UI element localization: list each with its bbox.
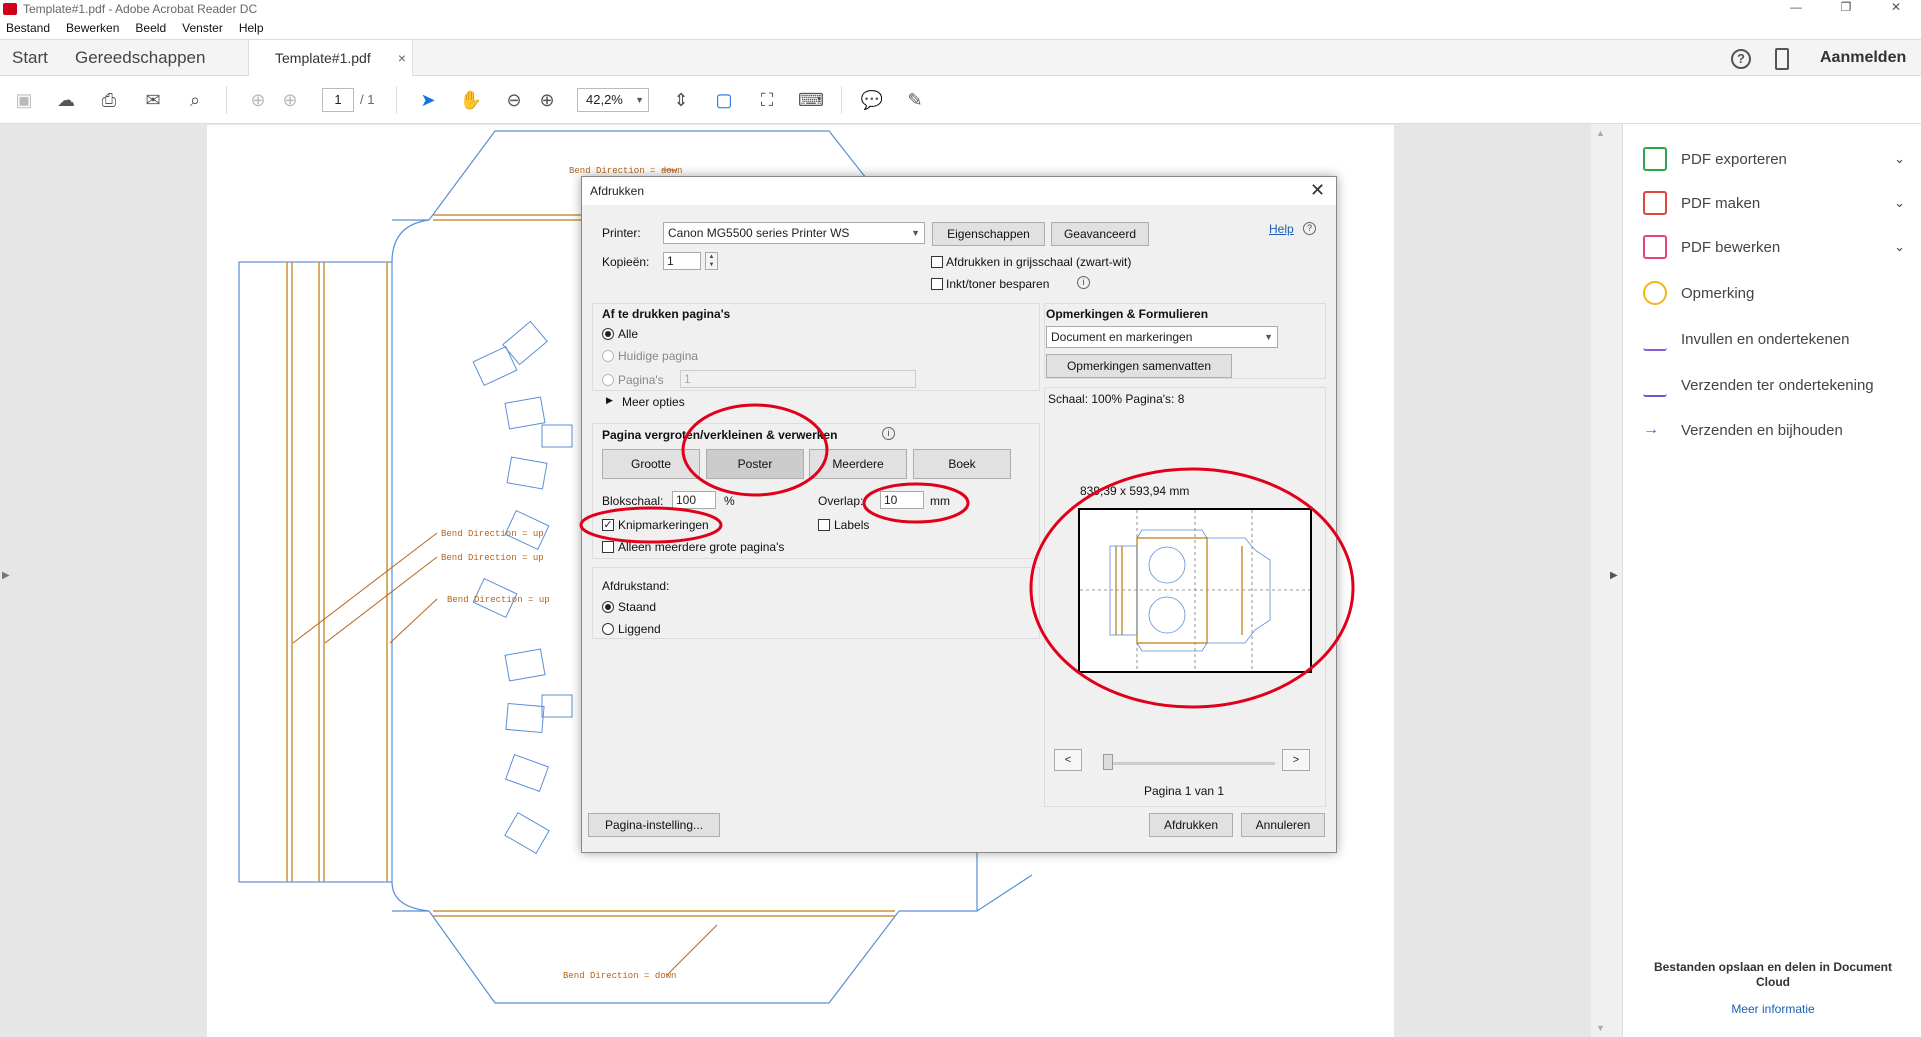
annotation-poster-circle <box>681 403 829 497</box>
annotation-overlay <box>579 403 1355 709</box>
annotation-overlap-circle <box>862 482 970 524</box>
annotation-cut-marks-circle <box>579 506 723 544</box>
annotation-preview-circle <box>1029 467 1355 709</box>
